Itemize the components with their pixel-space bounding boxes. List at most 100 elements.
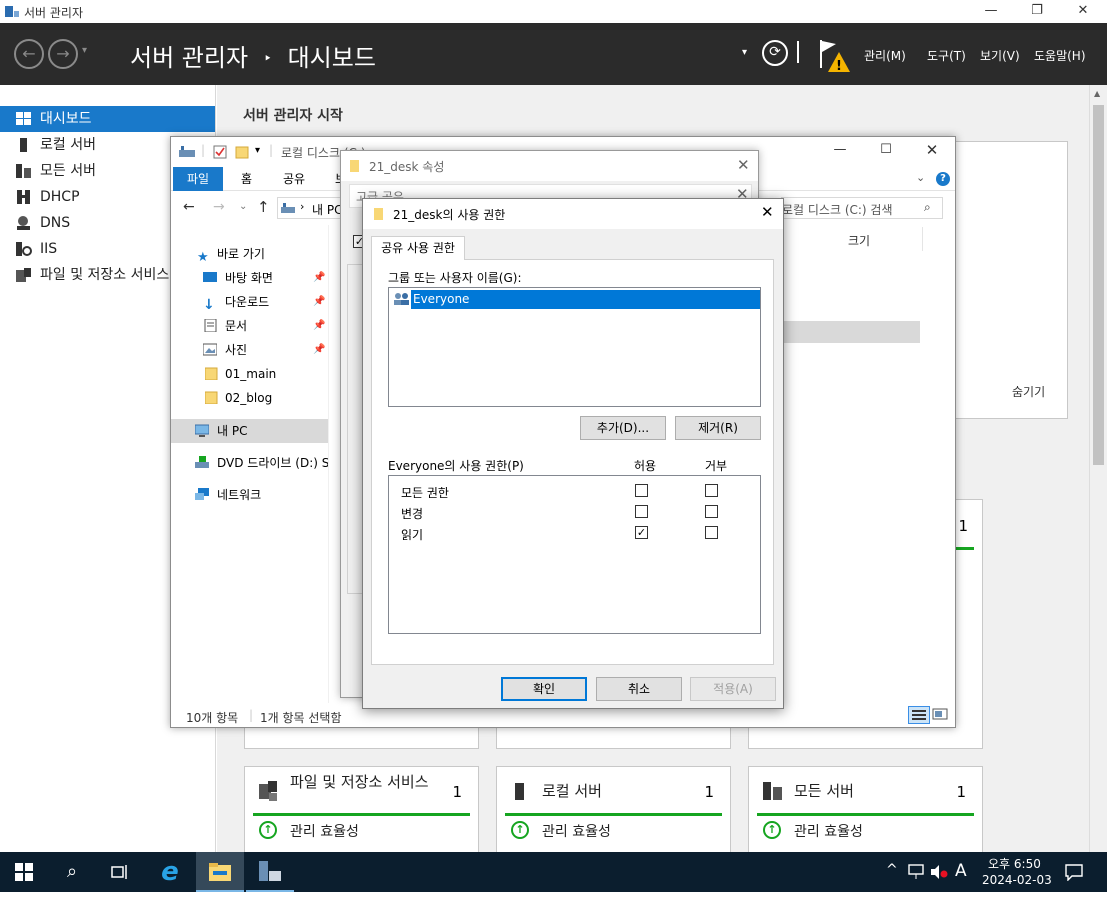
tile-file-storage[interactable]: 파일 및 저장소 서비스 1 ↑ 관리 효율성	[244, 766, 479, 856]
nav-quick-access[interactable]: ★ 바로 가기	[197, 242, 327, 266]
volume-muted-icon[interactable]	[930, 864, 948, 880]
allow-full-control-checkbox[interactable]	[635, 484, 648, 497]
large-icons-view-icon[interactable]	[932, 707, 950, 723]
breadcrumb-app: 서버 관리자	[130, 44, 249, 72]
address-chevron-icon[interactable]: ›	[300, 200, 304, 213]
back-arrow-icon[interactable]: ←	[183, 199, 195, 215]
cancel-button[interactable]: 취소	[596, 677, 682, 701]
sm-scrollbar[interactable]: ▲	[1089, 85, 1107, 852]
back-button[interactable]: ←	[14, 39, 44, 69]
notification-flag-icon[interactable]: !	[818, 38, 852, 74]
search-input[interactable]: 로컬 디스크 (C:) 검색 ⌕	[781, 197, 943, 219]
list-item[interactable]: Everyone	[391, 290, 760, 309]
close-button[interactable]: ✕	[737, 156, 750, 174]
close-button[interactable]: ✕	[909, 139, 955, 162]
scroll-thumb[interactable]	[1093, 105, 1104, 465]
title-divider: |	[201, 143, 206, 157]
tab-share[interactable]: 공유	[269, 167, 319, 191]
nav-pictures[interactable]: 사진 📌	[203, 338, 327, 362]
notifications-icon[interactable]	[1064, 863, 1084, 881]
restore-button[interactable]: ❐	[1014, 0, 1060, 23]
recent-dropdown-icon[interactable]: ⌄	[239, 201, 247, 212]
selected-row-highlight[interactable]	[784, 321, 920, 343]
users-list[interactable]: Everyone	[388, 287, 761, 407]
details-view-icon[interactable]	[908, 706, 930, 724]
minimize-button[interactable]: —	[817, 139, 863, 162]
ime-indicator[interactable]: A	[955, 861, 967, 881]
deny-change-checkbox[interactable]	[705, 505, 718, 518]
search-icon[interactable]: ⌕	[48, 852, 96, 892]
clock-date[interactable]: 2024-02-03	[982, 873, 1052, 887]
add-button[interactable]: 추가(D)...	[580, 416, 666, 440]
dhcp-icon	[17, 190, 30, 204]
pin-icon[interactable]: 📌	[313, 290, 325, 314]
deny-read-checkbox[interactable]	[705, 526, 718, 539]
breadcrumb-dropdown-icon[interactable]: ▾	[742, 47, 747, 58]
network-status-icon[interactable]	[908, 864, 926, 880]
sidebar-item-dashboard[interactable]: 대시보드	[0, 106, 215, 132]
clock-time[interactable]: 오후 6:50	[988, 855, 1041, 872]
tile-all-servers[interactable]: 모든 서버 1 ↑ 관리 효율성	[748, 766, 983, 856]
nav-divider[interactable]	[328, 225, 329, 703]
close-button[interactable]: ✕	[761, 203, 774, 221]
nav-folder-02-blog[interactable]: 02_blog	[203, 386, 327, 410]
menu-manage[interactable]: 관리(M)	[864, 47, 906, 64]
close-button[interactable]: ✕	[1060, 0, 1106, 23]
nav-downloads[interactable]: ↓ 다운로드 📌	[203, 290, 327, 314]
nav-desktop[interactable]: 바탕 화면 📌	[203, 266, 327, 290]
internet-explorer-icon[interactable]: e	[146, 852, 194, 892]
tab-file[interactable]: 파일	[173, 167, 224, 191]
help-icon[interactable]: ?	[936, 172, 950, 186]
apply-button[interactable]: 적용(A)	[690, 677, 776, 701]
up-arrow-icon[interactable]: ↑	[257, 198, 270, 216]
column-size[interactable]: 크기	[848, 232, 870, 249]
tile-local-server[interactable]: 로컬 서버 1 ↑ 관리 효율성	[496, 766, 731, 856]
forward-button[interactable]: →	[48, 39, 78, 69]
address-box[interactable]: › 내 PC	[277, 197, 345, 219]
nav-folder-01-main[interactable]: 01_main	[203, 362, 327, 386]
address-text: 내 PC	[312, 203, 343, 217]
nav-this-pc[interactable]: 내 PC	[171, 419, 328, 443]
scroll-up-icon[interactable]: ▲	[1094, 89, 1100, 98]
new-folder-icon[interactable]	[235, 145, 249, 159]
sidebar-item-label: 모든 서버	[40, 163, 96, 179]
nav-network[interactable]: 네트워크	[195, 483, 325, 507]
maximize-button[interactable]: ☐	[863, 139, 909, 162]
ribbon-expand-icon[interactable]: ⌄	[916, 171, 925, 184]
hide-link[interactable]: 숨기기	[1012, 383, 1045, 400]
minimize-button[interactable]: —	[968, 0, 1014, 23]
pin-icon[interactable]: 📌	[313, 314, 325, 338]
forward-arrow-icon[interactable]: →	[213, 199, 225, 215]
permission-name: 읽기	[401, 528, 424, 542]
ok-button[interactable]: 확인	[501, 677, 587, 701]
nav-dvd-drive[interactable]: DVD 드라이브 (D:) S	[195, 451, 328, 475]
menu-view[interactable]: 보기(V)	[980, 47, 1020, 64]
search-icon[interactable]: ⌕	[924, 200, 931, 215]
allow-change-checkbox[interactable]	[635, 505, 648, 518]
pin-icon[interactable]: 📌	[313, 338, 325, 362]
server-manager-taskbar-icon[interactable]	[246, 852, 294, 892]
pin-icon[interactable]: 📌	[313, 266, 325, 290]
tile-status[interactable]: 관리 효율성	[542, 821, 611, 841]
start-button[interactable]	[0, 852, 48, 892]
show-hidden-icons-icon[interactable]: ^	[886, 862, 898, 878]
history-dropdown-icon[interactable]: ▾	[82, 45, 87, 56]
tile-status[interactable]: 관리 효율성	[290, 821, 359, 841]
qat-dropdown-icon[interactable]: ▾	[255, 145, 260, 156]
tile-name: 모든 서버	[794, 782, 854, 800]
menu-tools[interactable]: 도구(T)	[927, 47, 966, 64]
properties-icon[interactable]	[213, 145, 227, 159]
allow-read-checkbox[interactable]: ✓	[635, 526, 648, 539]
task-view-icon[interactable]	[96, 852, 144, 892]
storage-icon	[259, 781, 277, 801]
menu-help[interactable]: 도움말(H)	[1034, 47, 1086, 64]
refresh-icon[interactable]: ⟳	[762, 40, 788, 66]
status-ok-icon: ↑	[259, 821, 277, 839]
tab-share-permissions[interactable]: 공유 사용 권한	[371, 236, 465, 260]
remove-button[interactable]: 제거(R)	[675, 416, 761, 440]
deny-full-control-checkbox[interactable]	[705, 484, 718, 497]
tile-status[interactable]: 관리 효율성	[794, 821, 863, 841]
tab-home[interactable]: 홈	[227, 167, 266, 191]
file-explorer-taskbar-icon[interactable]	[196, 852, 244, 892]
nav-documents[interactable]: 문서 📌	[203, 314, 327, 338]
